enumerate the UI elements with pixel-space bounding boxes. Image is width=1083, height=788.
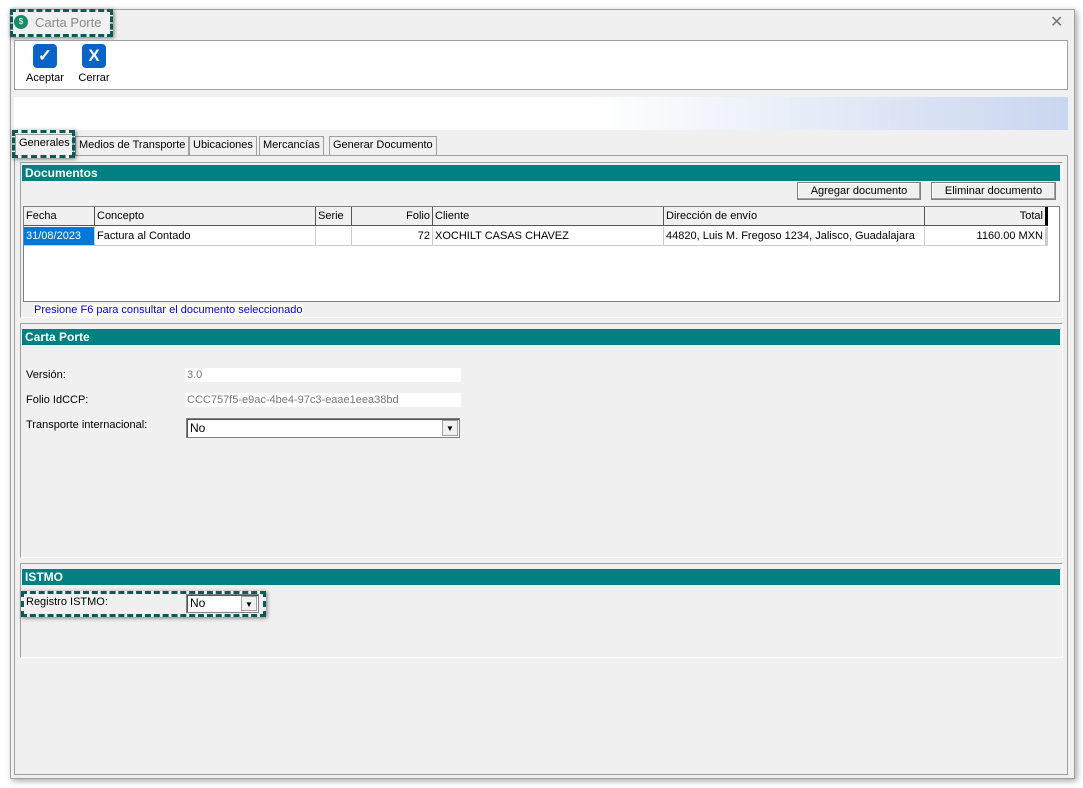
title-bar: $ — [11, 10, 1074, 38]
istmo-header: ISTMO — [22, 569, 1060, 585]
x-icon: X — [82, 44, 106, 68]
transporte-internacional-select[interactable]: No ▼ — [186, 418, 460, 438]
tab-ubicaciones[interactable]: Ubicaciones — [189, 136, 257, 155]
remove-document-button[interactable]: Eliminar documento — [931, 182, 1056, 200]
tab-medios-transporte[interactable]: Medios de Transporte — [75, 136, 190, 155]
chevron-down-icon[interactable]: ▼ — [442, 420, 458, 436]
documentos-header: Documentos — [22, 165, 1060, 181]
folio-idccp-label: Folio IdCCP: — [26, 394, 89, 406]
row-direccion[interactable]: 44820, Luis M. Fregoso 1234, Jalisco, Gu… — [664, 227, 925, 246]
version-field: 3.0 — [185, 368, 461, 382]
close-icon[interactable]: ✕ — [1050, 12, 1063, 32]
documents-table: Fecha Concepto Serie Folio Cliente Direc… — [23, 206, 1060, 302]
add-document-button[interactable]: Agregar documento — [797, 182, 921, 200]
f6-hint: Presione F6 para consultar el documento … — [33, 304, 304, 316]
check-icon: ✓ — [33, 44, 57, 68]
transporte-internacional-label: Transporte internacional: — [26, 419, 148, 431]
carta-porte-section — [20, 323, 1063, 558]
title-highlight — [10, 9, 113, 37]
tab-generar-documento[interactable]: Generar Documento — [329, 136, 437, 155]
row-fecha[interactable]: 31/08/2023 — [24, 227, 95, 246]
row-total[interactable]: 1160.00 MXN — [925, 227, 1048, 246]
col-folio[interactable]: Folio — [352, 207, 433, 226]
col-serie[interactable]: Serie — [316, 207, 352, 226]
carta-porte-header: Carta Porte — [22, 329, 1060, 345]
folio-idccp-field: CCC757f5-e9ac-4be4-97c3-eaae1eea38bd — [185, 393, 461, 407]
col-direccion[interactable]: Dirección de envío — [664, 207, 925, 226]
row-concepto[interactable]: Factura al Contado — [95, 227, 316, 246]
tab-mercancias[interactable]: Mercancías — [259, 136, 324, 155]
tab-highlight — [12, 130, 75, 158]
selected-value: No — [190, 421, 206, 435]
col-total[interactable]: Total — [925, 207, 1048, 226]
col-concepto[interactable]: Concepto — [95, 207, 316, 226]
row-folio[interactable]: 72 — [352, 227, 433, 246]
col-fecha[interactable]: Fecha — [24, 207, 95, 226]
istmo-highlight — [21, 591, 266, 617]
version-label: Versión: — [26, 369, 66, 381]
gradient-band — [14, 97, 1068, 130]
close-button[interactable]: X Cerrar — [72, 44, 116, 84]
accept-button[interactable]: ✓ Aceptar — [23, 44, 67, 84]
row-cliente[interactable]: XOCHILT CASAS CHAVEZ — [433, 227, 664, 246]
row-serie[interactable] — [316, 227, 352, 246]
toolbar — [14, 40, 1068, 90]
col-cliente[interactable]: Cliente — [433, 207, 664, 226]
